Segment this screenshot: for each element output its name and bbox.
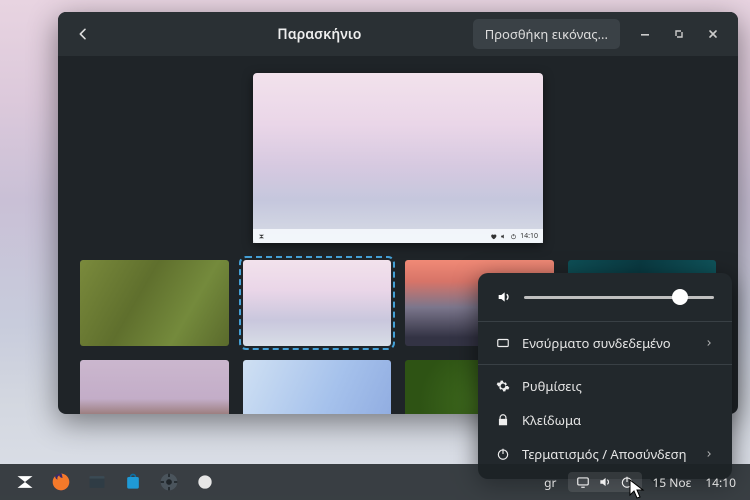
heart-icon [490, 233, 497, 240]
wallpaper-thumb-selected[interactable] [243, 260, 392, 346]
volume-icon [598, 475, 612, 489]
window-controls [630, 19, 728, 49]
power-label: Τερματισμός / Αποσύνδεση [522, 445, 692, 463]
system-tray[interactable] [568, 472, 642, 492]
chevron-right-icon [704, 338, 714, 348]
network-label: Ενσύρματο συνδεδεμένο [522, 334, 692, 352]
files-launcher[interactable] [80, 467, 114, 497]
wallpaper-preview: 14:10 [253, 73, 543, 243]
panel-date[interactable]: 15 Νοε [648, 474, 695, 491]
wallpaper-thumb[interactable] [243, 360, 392, 414]
back-button[interactable] [68, 19, 98, 49]
close-button[interactable] [698, 19, 728, 49]
preview-panel-bar: 14:10 [253, 229, 543, 243]
separator [478, 321, 732, 322]
volume-icon [500, 233, 507, 240]
add-image-label: Προσθήκη εικόνας... [485, 25, 608, 43]
settings-launcher[interactable] [152, 467, 186, 497]
lock-icon [496, 413, 510, 427]
power-icon [510, 233, 517, 240]
taskbar: gr 15 Νοε 14:10 [0, 464, 750, 500]
wallpaper-thumb[interactable] [80, 360, 229, 414]
running-app-indicator[interactable] [188, 467, 222, 497]
panel-time[interactable]: 14:10 [701, 474, 740, 491]
chevron-right-icon [704, 449, 714, 459]
taskbar-right: gr 15 Νοε 14:10 [538, 472, 740, 492]
gear-icon [496, 379, 510, 393]
network-item[interactable]: Ενσύρματο συνδεδεμένο [478, 326, 732, 360]
system-menu-popup: Ενσύρματο συνδεδεμένο Ρυθμίσεις Κλείδωμα… [478, 273, 732, 479]
volume-icon [496, 289, 512, 305]
settings-label: Ρυθμίσεις [522, 377, 714, 395]
wallpaper-thumb[interactable] [80, 260, 229, 346]
wallpaper-preview-area: 14:10 [58, 56, 738, 246]
wired-network-icon [496, 336, 510, 350]
window-title: Παρασκήνιο [178, 25, 461, 44]
circle-indicator-icon [195, 472, 215, 492]
shopping-bag-icon [123, 472, 143, 492]
firefox-icon [51, 472, 71, 492]
keyboard-layout-label: gr [544, 474, 556, 491]
firefox-launcher[interactable] [44, 467, 78, 497]
folder-icon [87, 472, 107, 492]
maximize-button[interactable] [664, 19, 694, 49]
power-icon [496, 447, 510, 461]
gear-icon [159, 472, 179, 492]
lock-label: Κλείδωμα [522, 411, 714, 429]
app-menu-button[interactable] [8, 467, 42, 497]
titlebar: Παρασκήνιο Προσθήκη εικόνας... [58, 12, 738, 56]
volume-slider[interactable] [524, 296, 714, 299]
taskbar-left [8, 467, 222, 497]
add-image-button[interactable]: Προσθήκη εικόνας... [473, 19, 620, 49]
separator [478, 364, 732, 365]
keyboard-layout-indicator[interactable]: gr [538, 474, 562, 491]
preview-time: 14:10 [520, 232, 538, 241]
zorin-icon [15, 472, 35, 492]
volume-row [478, 287, 732, 317]
settings-item[interactable]: Ρυθμίσεις [478, 369, 732, 403]
display-icon [576, 475, 590, 489]
power-icon [620, 475, 634, 489]
software-launcher[interactable] [116, 467, 150, 497]
minimize-button[interactable] [630, 19, 660, 49]
volume-slider-knob[interactable] [672, 289, 688, 305]
lock-item[interactable]: Κλείδωμα [478, 403, 732, 437]
zorin-icon [258, 233, 265, 240]
